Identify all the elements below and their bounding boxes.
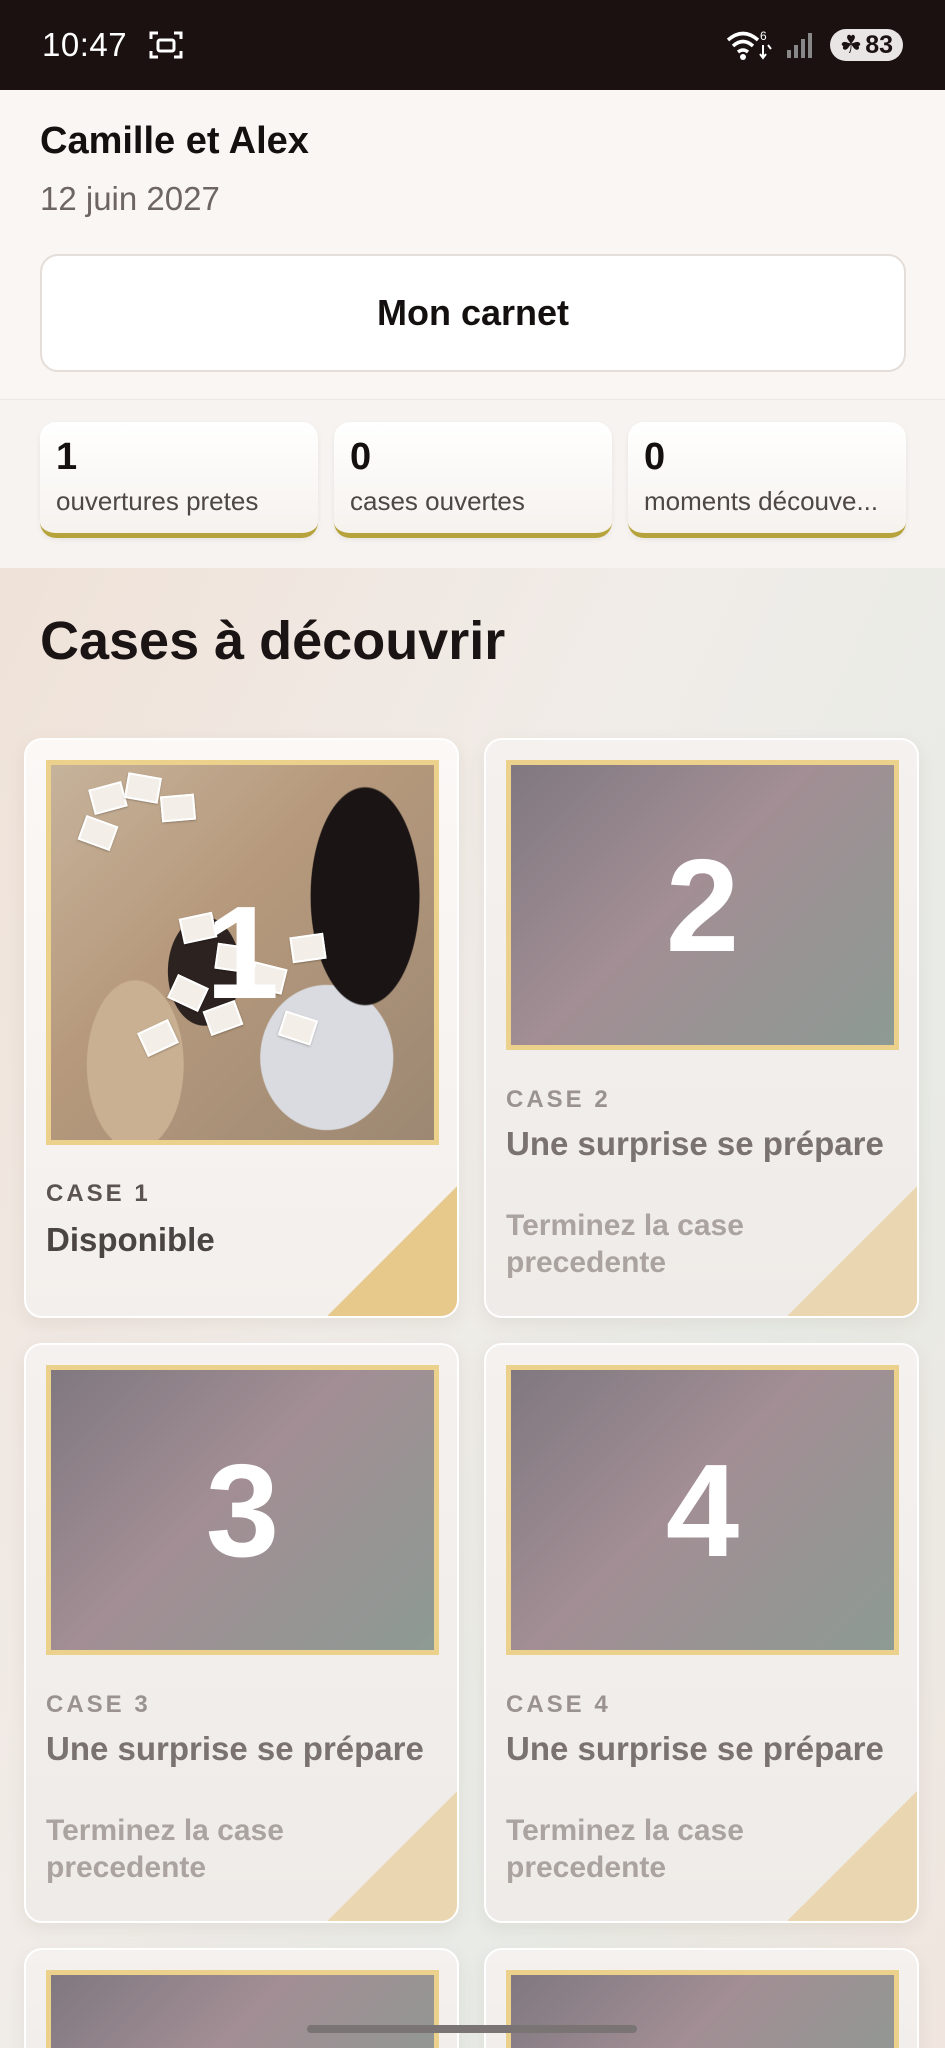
wifi-icon: 6 (726, 29, 772, 60)
case-label: CASE 4 (506, 1691, 611, 1718)
stat-card-ouvertures: 1 ouvertures pretes (40, 422, 318, 538)
status-bar: 10:47 6 ☘ 83 (0, 0, 945, 90)
case-placeholder: 3 (46, 1365, 439, 1655)
case-placeholder (506, 1970, 899, 2048)
case-title: Une surprise se prépare (506, 1730, 884, 1767)
mon-carnet-button[interactable]: Mon carnet (40, 254, 906, 372)
case-number: 2 (665, 831, 740, 979)
section-title: Cases à découvrir (40, 611, 506, 671)
stat-card-moments: 0 moments découve... (628, 422, 906, 538)
case-subtitle: Terminez la case precedente (46, 1814, 284, 1884)
home-indicator[interactable] (307, 2025, 637, 2033)
stat-label: ouvertures pretes (56, 486, 259, 516)
case-number: 3 (205, 1436, 280, 1584)
stat-label: moments découve... (644, 486, 879, 516)
signal-icon (786, 33, 812, 58)
screen-capture-icon (149, 31, 183, 59)
case-label: CASE 2 (506, 1086, 611, 1113)
couple-name: Camille et Alex (40, 120, 309, 162)
card-corner-decoration (787, 1791, 917, 1921)
battery-level: 83 (865, 30, 893, 59)
case-card-6[interactable] (484, 1948, 919, 2048)
header: Camille et Alex 12 juin 2027 Mon carnet (0, 90, 945, 400)
case-photo: 1 (46, 760, 439, 1145)
case-placeholder: 4 (506, 1365, 899, 1655)
case-card-4[interactable]: 4 CASE 4 Une surprise se prépare Termine… (484, 1343, 919, 1923)
case-title: Une surprise se prépare (46, 1730, 424, 1767)
case-number: 4 (665, 1436, 740, 1584)
card-corner-decoration (327, 1791, 457, 1921)
case-label: CASE 1 (46, 1180, 151, 1207)
stat-value: 1 (56, 436, 78, 478)
battery-indicator: ☘ 83 (829, 29, 903, 61)
case-card-5[interactable] (24, 1948, 459, 2048)
stat-label: cases ouvertes (350, 486, 525, 516)
stat-value: 0 (644, 436, 666, 478)
case-placeholder (46, 1970, 439, 2048)
case-number: 1 (205, 879, 280, 1026)
case-placeholder: 2 (506, 760, 899, 1050)
case-card-1[interactable]: 1 CASE 1 Disponible (24, 738, 459, 1318)
network-badge: 6 (760, 29, 767, 43)
case-label: CASE 3 (46, 1691, 151, 1718)
case-subtitle: Terminez la case precedente (506, 1209, 744, 1279)
status-icons: 6 ☘ 83 (726, 29, 903, 61)
stat-card-cases: 0 cases ouvertes (334, 422, 612, 538)
stats-row: 1 ouvertures pretes 0 cases ouvertes 0 m… (0, 400, 945, 568)
stat-value: 0 (350, 436, 372, 478)
status-time: 10:47 (42, 26, 128, 63)
wedding-date: 12 juin 2027 (40, 180, 220, 217)
case-title: Une surprise se prépare (506, 1125, 884, 1162)
battery-leaf-icon: ☘ (839, 31, 863, 59)
card-corner-decoration (787, 1186, 917, 1316)
case-card-2[interactable]: 2 CASE 2 Une surprise se prépare Termine… (484, 738, 919, 1318)
case-subtitle: Terminez la case precedente (506, 1814, 744, 1884)
case-status: Disponible (46, 1221, 215, 1258)
cases-section: Cases à découvrir 1 CASE 1 Disponible 2 … (0, 568, 945, 2048)
case-card-3[interactable]: 3 CASE 3 Une surprise se prépare Termine… (24, 1343, 459, 1923)
